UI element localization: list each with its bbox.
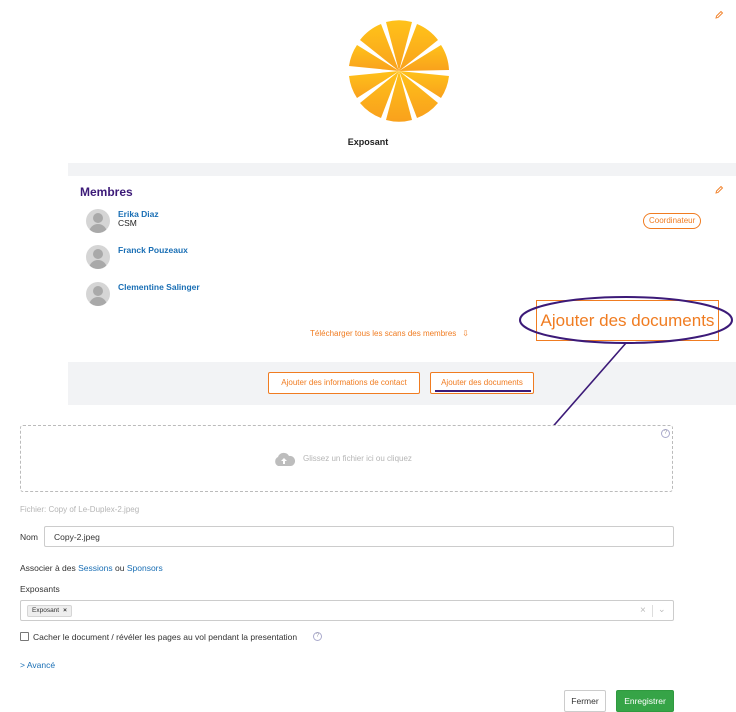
cloud-download-icon: ⇩ (462, 329, 469, 338)
associate-sessions-link[interactable]: Sessions (78, 563, 113, 573)
help-icon[interactable]: ? (313, 632, 322, 641)
help-icon[interactable]: ? (661, 429, 670, 438)
avatar (86, 245, 110, 269)
edit-members-icon[interactable] (714, 185, 724, 195)
exhibitor-tag: Exposant × (27, 605, 72, 617)
remove-tag-icon[interactable]: × (63, 607, 67, 614)
download-scans-link[interactable]: Télécharger tous les scans des membres ⇩ (310, 329, 469, 338)
save-button[interactable]: Enregistrer (616, 690, 674, 712)
hide-document-text: Cacher le document / révéler les pages a… (33, 632, 298, 642)
members-title: Membres (80, 185, 133, 199)
chevron-down-icon[interactable]: ⌄ (658, 604, 666, 615)
associate-sponsors-link[interactable]: Sponsors (127, 563, 163, 573)
annotation-underline (435, 390, 531, 392)
exhibitors-select[interactable]: Exposant × × ⌄ (20, 600, 674, 621)
add-documents-big-button[interactable]: Ajouter des documents (536, 300, 719, 341)
left-gutter (0, 0, 68, 405)
file-info: Fichier: Copy of Le-Duplex-2.jpeg (20, 505, 140, 514)
select-separator (652, 605, 653, 617)
close-button[interactable]: Fermer (564, 690, 606, 712)
exhibitors-label: Exposants (20, 584, 60, 594)
member-name[interactable]: Clementine Salinger (118, 282, 200, 292)
member-name[interactable]: Franck Pouzeaux (118, 245, 188, 255)
hide-document-checkbox[interactable] (20, 632, 29, 641)
member-role: CSM (118, 218, 137, 228)
avatar (86, 209, 110, 233)
exhibitor-tag-label: Exposant (32, 607, 60, 614)
coordinator-badge: Coordinateur (643, 213, 702, 229)
name-label: Nom (20, 532, 38, 542)
associate-or: ou (115, 563, 125, 573)
orange-slice-logo (349, 20, 449, 122)
advanced-toggle[interactable]: > Avancé (20, 660, 55, 670)
hide-document-label: Cacher le document / révéler les pages a… (33, 632, 297, 642)
download-scans-label: Télécharger tous les scans des membres (310, 329, 457, 338)
cloud-upload-icon (275, 452, 296, 466)
add-contact-info-button[interactable]: Ajouter des informations de contact (268, 372, 420, 394)
exhibitor-name: Exposant (347, 137, 389, 147)
edit-logo-icon[interactable] (714, 10, 724, 20)
dropzone-text: Glissez un fichier ici ou cliquez (303, 454, 412, 463)
clear-selection-icon[interactable]: × (640, 605, 646, 616)
avatar (86, 282, 110, 306)
associate-prefix: Associer à des (20, 563, 76, 573)
associate-line: Associer à des Sessions ou Sponsors (20, 563, 163, 573)
name-input[interactable] (44, 526, 674, 547)
